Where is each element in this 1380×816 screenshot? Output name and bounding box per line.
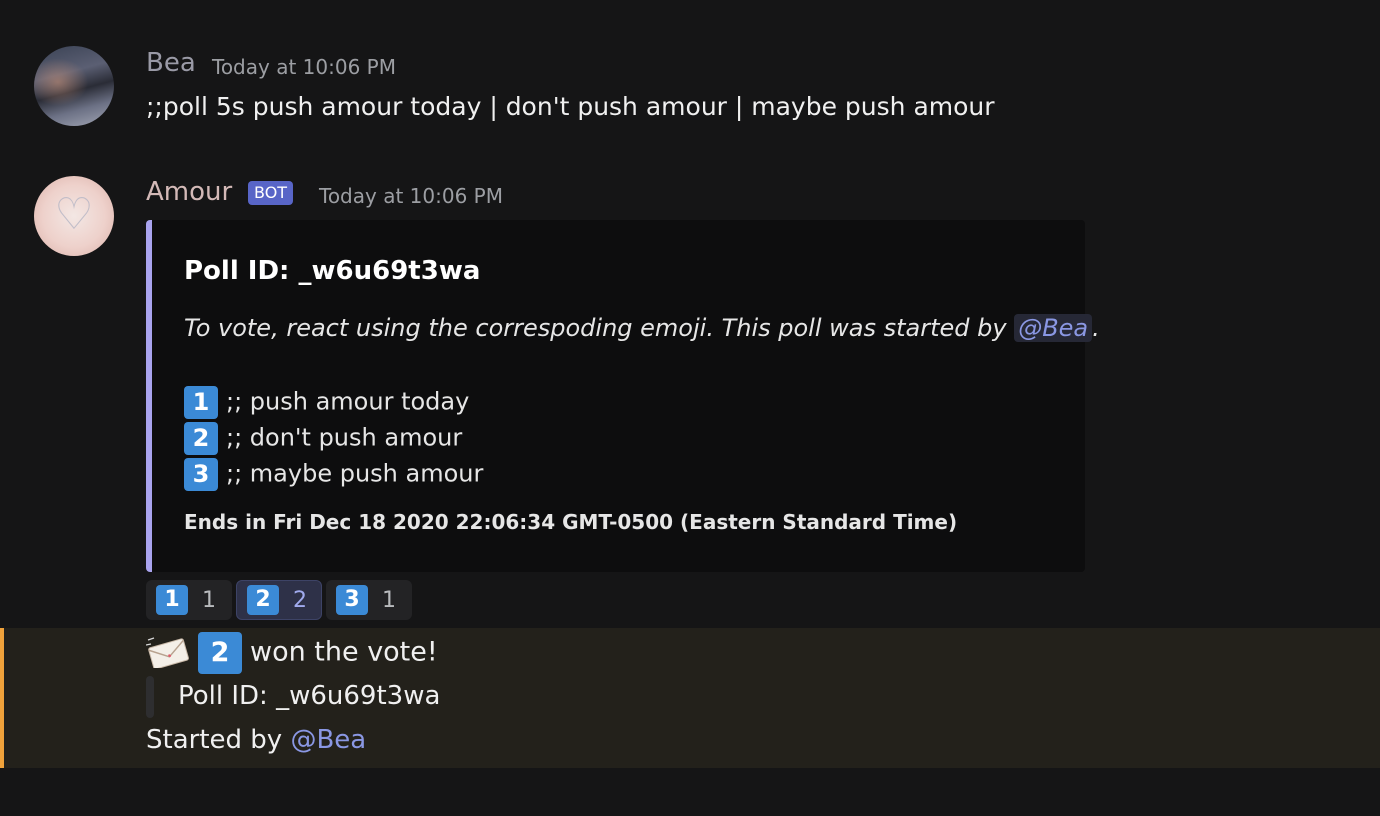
reaction-count: 1 [382, 587, 396, 613]
poll-embed: Poll ID: _w6u69t3wa To vote, react using… [146, 220, 1100, 572]
won-text: won the vote! [250, 636, 438, 668]
envelope-icon [146, 637, 189, 668]
started-by-text: Started by [146, 725, 291, 755]
reaction-3[interactable]: 3 1 [326, 580, 412, 620]
embed-title: Poll ID: _w6u69t3wa [184, 256, 481, 286]
embed-description-text: To vote, react using the correspoding em… [184, 314, 1015, 342]
reaction-count: 2 [293, 587, 307, 613]
poll-option-text: ;; push amour today [226, 387, 470, 416]
poll-option-2: 2 ;; don't push amour [184, 422, 462, 455]
timestamp-amour: Today at 10:06 PM [319, 184, 503, 208]
keycap-1-icon: 1 [184, 386, 218, 419]
poll-option-3: 3 ;; maybe push amour [184, 458, 483, 491]
keycap-3-icon: 3 [184, 458, 218, 491]
poll-option-text: ;; don't push amour [226, 423, 463, 452]
mention-bea[interactable]: @Bea [1014, 314, 1093, 342]
winner-line: 2 won the vote! [198, 632, 438, 674]
result-poll-id: Poll ID: _w6u69t3wa [178, 681, 441, 711]
keycap-2-icon: 2 [184, 422, 218, 455]
started-by-line: Started by @Bea [146, 725, 366, 755]
reaction-2[interactable]: 2 2 [236, 580, 322, 620]
mention-bea[interactable]: @Bea [290, 725, 366, 755]
poll-option-text: ;; maybe push amour [226, 459, 484, 488]
reaction-count: 1 [202, 587, 216, 613]
quote-bar [146, 676, 154, 718]
poll-option-1: 1 ;; push amour today [184, 386, 469, 419]
embed-footer: Ends in Fri Dec 18 2020 22:06:34 GMT-050… [184, 510, 958, 534]
avatar-amour[interactable]: ♡ [34, 176, 114, 256]
message-content-bea: ;;poll 5s push amour today | don't push … [146, 92, 995, 121]
heart-icon: ♡ [54, 189, 94, 240]
keycap-1-icon: 1 [156, 585, 188, 615]
keycap-2-icon: 2 [198, 632, 242, 674]
timestamp-bea: Today at 10:06 PM [212, 55, 396, 79]
keycap-3-icon: 3 [336, 585, 368, 615]
author-name-bea[interactable]: Bea [146, 48, 196, 78]
embed-description: To vote, react using the correspoding em… [184, 314, 1100, 342]
author-name-amour[interactable]: Amour [146, 177, 232, 207]
reaction-1[interactable]: 1 1 [146, 580, 232, 620]
embed-description-suffix: . [1092, 314, 1100, 342]
avatar-bea[interactable] [34, 46, 114, 126]
bot-badge: BOT [248, 181, 294, 205]
keycap-2-icon: 2 [247, 585, 279, 615]
